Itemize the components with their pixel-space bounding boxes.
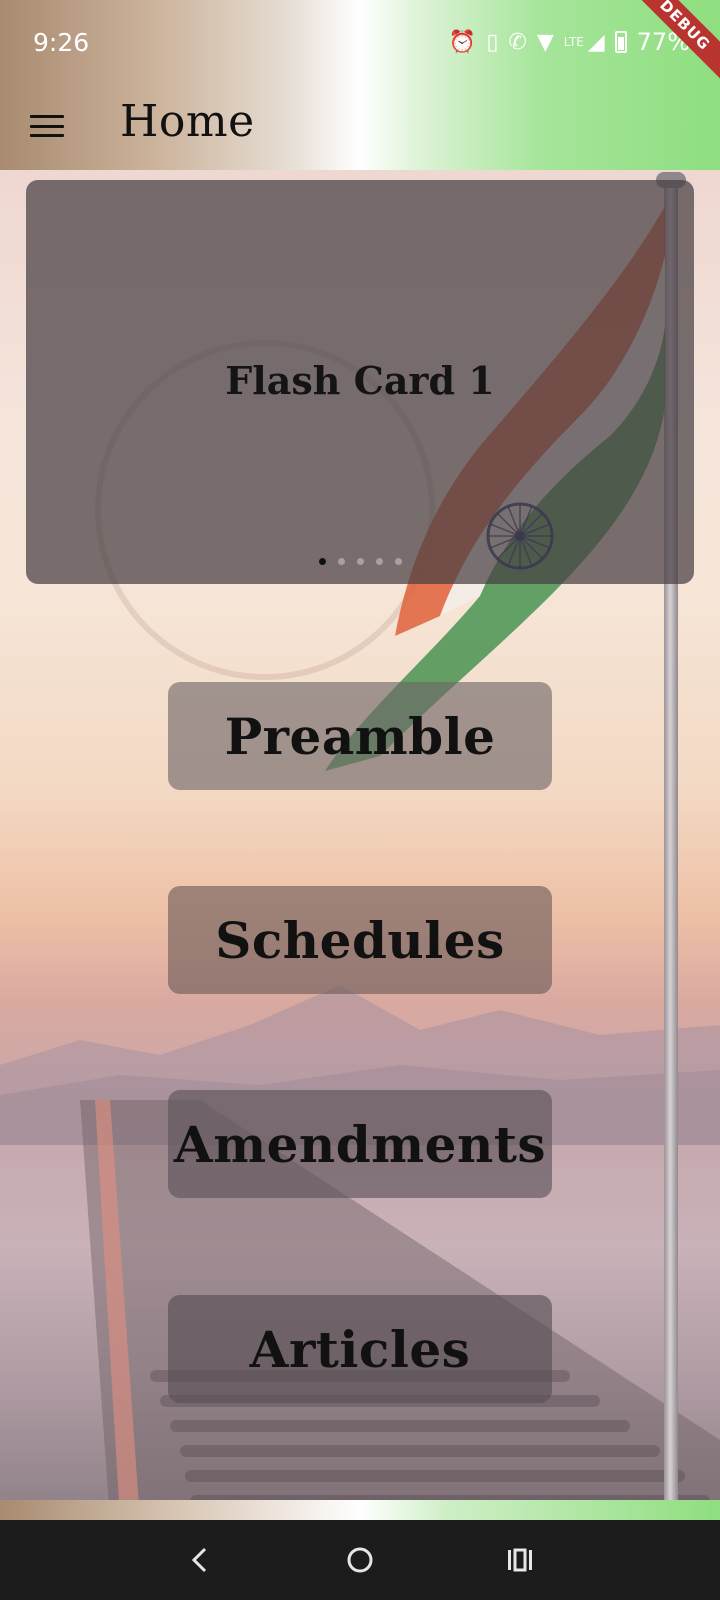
carousel-dot[interactable] xyxy=(337,558,345,565)
back-icon[interactable] xyxy=(180,1540,220,1580)
page-title: Home xyxy=(120,96,255,147)
wifi-calling-icon: ✆ xyxy=(508,29,527,55)
system-navigation-bar xyxy=(0,1520,720,1600)
lte-label: LTE xyxy=(563,35,584,49)
battery-icon xyxy=(614,31,627,53)
flash-card[interactable]: Flash Card 1 xyxy=(26,180,694,584)
hamburger-menu-icon[interactable] xyxy=(30,111,64,141)
signal-icon: ◢ xyxy=(587,29,605,55)
home-icon[interactable] xyxy=(340,1540,380,1580)
status-icons: ⏰ ▯ ✆ ▼ LTE ◢ 77% xyxy=(449,28,690,56)
bottom-bar-strip xyxy=(0,1500,720,1520)
status-bar: 9:26 ⏰ ▯ ✆ ▼ LTE ◢ 77% xyxy=(0,0,720,84)
carousel-dot[interactable] xyxy=(394,558,402,565)
status-time: 9:26 xyxy=(33,27,90,57)
wifi-icon: ▼ xyxy=(536,29,554,55)
articles-button[interactable]: Articles xyxy=(168,1295,552,1403)
amendments-button[interactable]: Amendments xyxy=(168,1090,552,1198)
schedules-button[interactable]: Schedules xyxy=(168,886,552,994)
carousel-dot[interactable] xyxy=(318,558,326,565)
carousel-dot[interactable] xyxy=(356,558,364,565)
preamble-button[interactable]: Preamble xyxy=(168,682,552,790)
carousel-indicator xyxy=(0,558,720,568)
alarm-icon: ⏰ xyxy=(448,29,477,55)
carousel-dot[interactable] xyxy=(375,558,383,565)
flash-card-label: Flash Card 1 xyxy=(225,358,495,403)
vibrate-icon: ▯ xyxy=(486,29,499,55)
app-bar: Home xyxy=(0,84,720,170)
recents-icon[interactable] xyxy=(500,1540,540,1580)
